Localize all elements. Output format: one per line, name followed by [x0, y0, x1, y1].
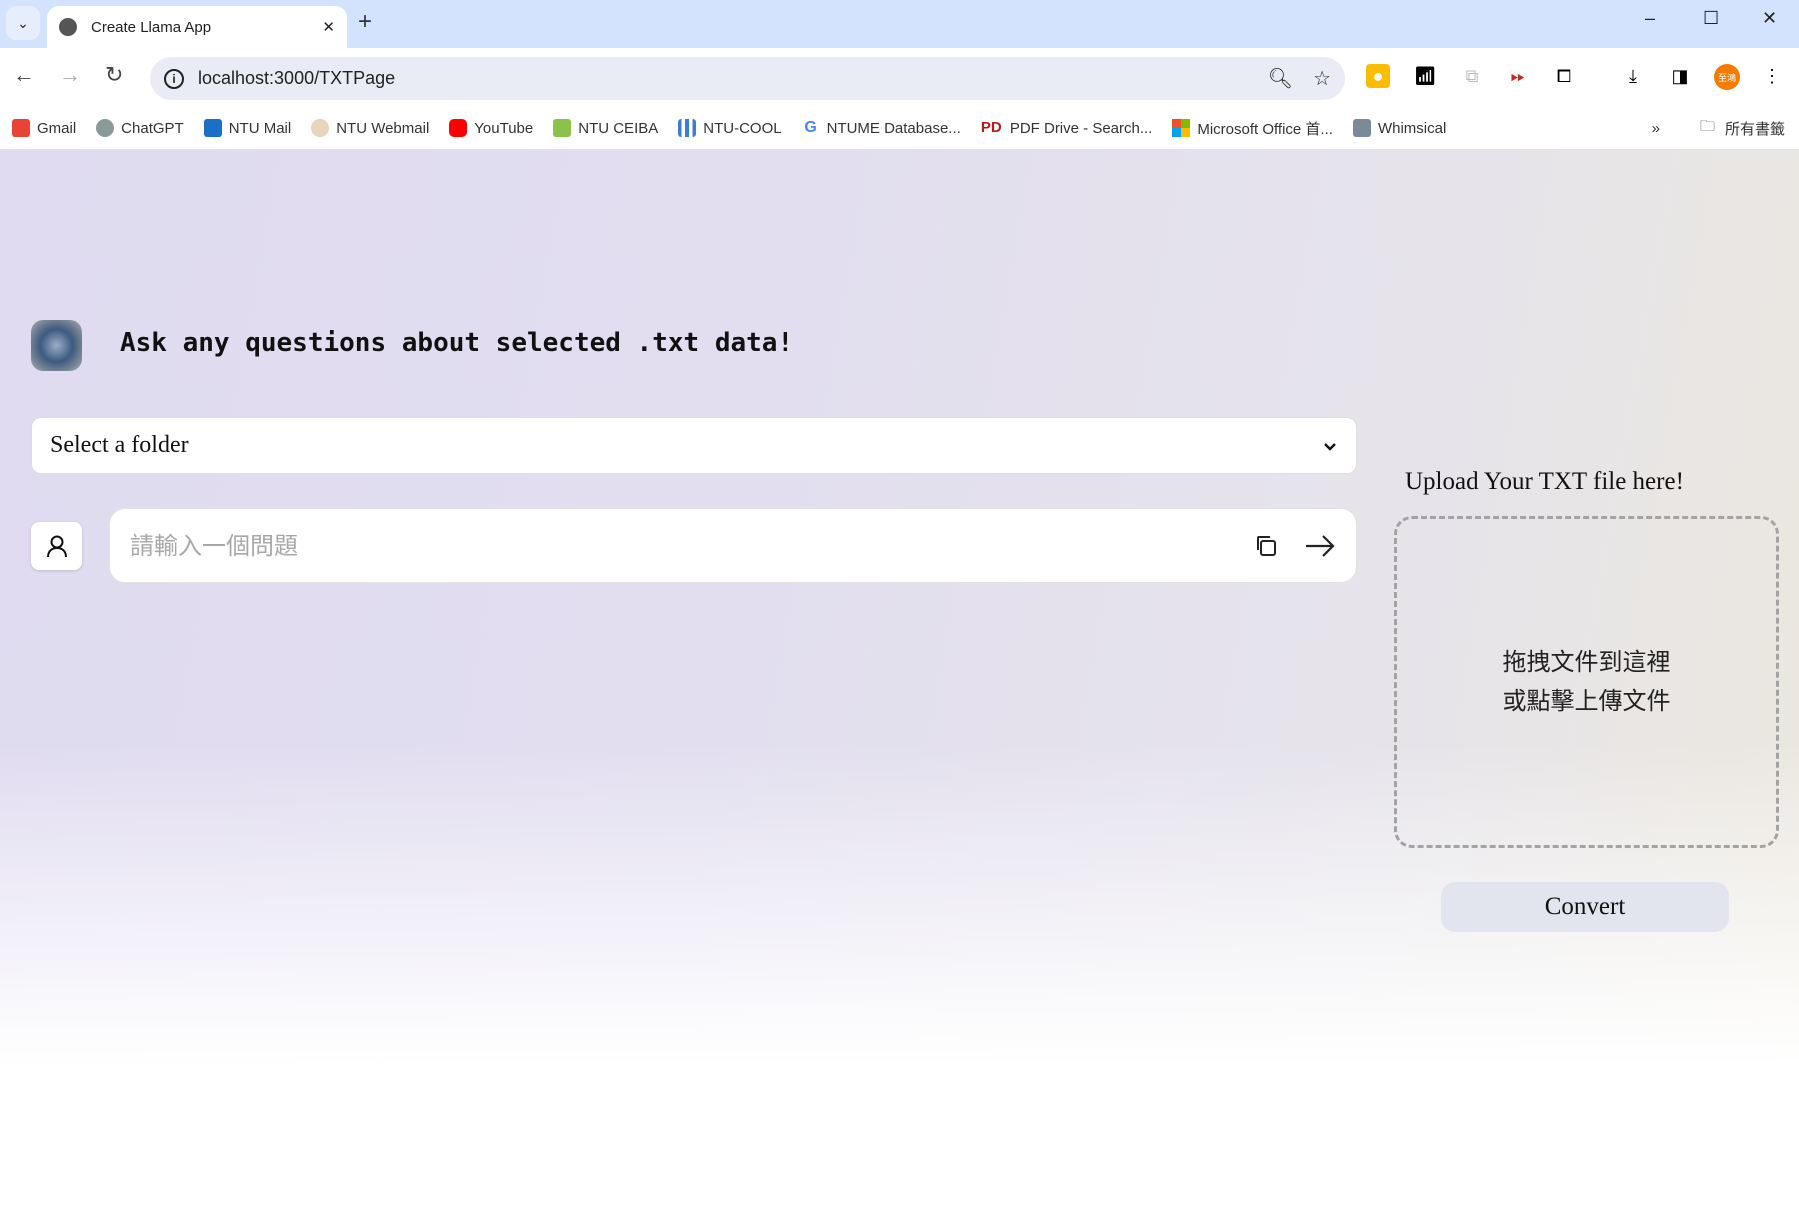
maximize-button[interactable]: ☐: [1703, 8, 1719, 29]
ntu-icon: [311, 119, 330, 137]
file-dropzone[interactable]: 拖拽文件到這裡 或點擊上傳文件: [1394, 516, 1779, 848]
globe-icon: [59, 18, 77, 36]
bookmark-chatgpt[interactable]: ChatGPT: [96, 119, 184, 137]
bookmark-label: NTU Webmail: [336, 119, 430, 137]
bookmark-label: NTU CEIBA: [578, 119, 659, 137]
chevron-down-icon: ⌄: [17, 14, 29, 31]
extensions-puzzle-icon[interactable]: ⧠: [1552, 64, 1576, 88]
bookmark-label: ChatGPT: [121, 119, 184, 137]
side-panel-icon[interactable]: ◨: [1668, 64, 1692, 88]
close-tab-icon[interactable]: ✕: [322, 18, 335, 36]
convert-button[interactable]: Convert: [1441, 882, 1729, 932]
bookmark-gmail[interactable]: Gmail: [12, 119, 76, 137]
bookmarks-right: » 🗀 所有書籤: [1652, 116, 1785, 141]
chatgpt-icon: [96, 119, 115, 137]
bookmark-label: YouTube: [474, 119, 534, 137]
bookmark-youtube[interactable]: YouTube: [449, 119, 533, 137]
bookmark-ntume-database[interactable]: G NTUME Database...: [802, 119, 961, 137]
minimize-button[interactable]: –: [1645, 8, 1655, 29]
ceiba-icon: [553, 119, 572, 137]
bookmark-label: Microsoft Office 首...: [1197, 120, 1333, 138]
back-button[interactable]: ←: [13, 62, 35, 88]
reload-button[interactable]: ↻: [105, 62, 123, 88]
address-bar[interactable]: i localhost:3000/TXTPage 🔍︎ ☆: [150, 57, 1345, 100]
media-extension-icon[interactable]: ⏩︎: [1506, 64, 1530, 88]
close-window-button[interactable]: ✕: [1762, 8, 1777, 29]
keep-extension-icon[interactable]: ●: [1366, 64, 1390, 88]
outlook-icon: [203, 119, 222, 137]
bookmark-ntu-mail[interactable]: NTU Mail: [203, 119, 292, 137]
bookmark-label: NTU-COOL: [703, 119, 782, 137]
folder-select[interactable]: Select a folder: [31, 417, 1357, 474]
new-tab-button[interactable]: +: [358, 8, 372, 36]
bookmark-ntu-webmail[interactable]: NTU Webmail: [311, 119, 429, 137]
user-avatar: [31, 522, 82, 570]
clipboard-extension-icon[interactable]: ⧉: [1460, 64, 1484, 88]
bookmark-label: NTU Mail: [228, 119, 292, 137]
chart-extension-icon[interactable]: 📶︎: [1413, 64, 1437, 88]
bookmark-pdf-drive[interactable]: PD PDF Drive - Search...: [981, 119, 1153, 137]
folder-select-value: Select a folder: [50, 432, 189, 458]
tab-title: Create Llama App: [91, 18, 212, 36]
all-bookmarks-button[interactable]: 所有書籤: [1725, 118, 1785, 139]
folder-icon: 🗀: [1699, 118, 1715, 135]
dropzone-text-click: 或點擊上傳文件: [1502, 687, 1671, 715]
send-button[interactable]: [1304, 530, 1336, 562]
copy-button[interactable]: [1250, 530, 1282, 562]
bookmark-label: Gmail: [37, 119, 77, 137]
menu-kebab-icon[interactable]: ⋮: [1760, 64, 1784, 88]
site-info-icon[interactable]: i: [164, 68, 184, 89]
bookmark-ntu-cool[interactable]: NTU-COOL: [678, 119, 782, 137]
zoom-icon[interactable]: 🔍︎: [1268, 66, 1293, 91]
dropzone-text-drag: 拖拽文件到這裡: [1502, 648, 1671, 676]
bookmark-ntu-ceiba[interactable]: NTU CEIBA: [553, 119, 658, 137]
bookmark-label: NTUME Database...: [826, 119, 961, 137]
pdf-drive-icon: PD: [980, 119, 1002, 136]
question-form: [109, 508, 1357, 583]
tab-search-button[interactable]: ⌄: [6, 6, 40, 40]
arrow-right-icon: [1306, 534, 1335, 557]
bookmark-whimsical[interactable]: Whimsical: [1352, 119, 1447, 137]
page-title: Ask any questions about selected .txt da…: [120, 328, 794, 358]
bookmark-microsoft-office[interactable]: Microsoft Office 首...: [1172, 118, 1333, 139]
bookmarks-bar: Gmail ChatGPT NTU Mail NTU Webmail YouTu…: [0, 107, 1799, 150]
youtube-icon: [449, 119, 468, 137]
google-icon: G: [804, 119, 817, 136]
chevron-down-icon: [1324, 442, 1336, 451]
copy-icon: [1257, 535, 1276, 556]
ntu-cool-icon: [678, 119, 697, 137]
bookmark-label: Whimsical: [1377, 119, 1447, 137]
url-text[interactable]: localhost:3000/TXTPage: [198, 68, 1248, 89]
gmail-icon: [12, 119, 30, 137]
more-bookmarks-chevron-icon[interactable]: »: [1652, 120, 1660, 137]
download-icon[interactable]: ⤓: [1621, 64, 1645, 88]
user-icon: [46, 535, 67, 558]
profile-avatar[interactable]: 至鴻: [1714, 64, 1740, 90]
microsoft-icon: [1172, 119, 1191, 137]
forward-button[interactable]: →: [59, 62, 81, 88]
upload-label: Upload Your TXT file here!: [1405, 468, 1684, 495]
bookmark-star-icon[interactable]: ☆: [1313, 66, 1331, 91]
browser-tab[interactable]: Create Llama App ✕: [47, 6, 347, 48]
question-input[interactable]: [130, 531, 1228, 560]
app-logo: [31, 320, 82, 371]
folder-icon: [1352, 119, 1371, 137]
bookmark-label: PDF Drive - Search...: [1009, 119, 1153, 137]
